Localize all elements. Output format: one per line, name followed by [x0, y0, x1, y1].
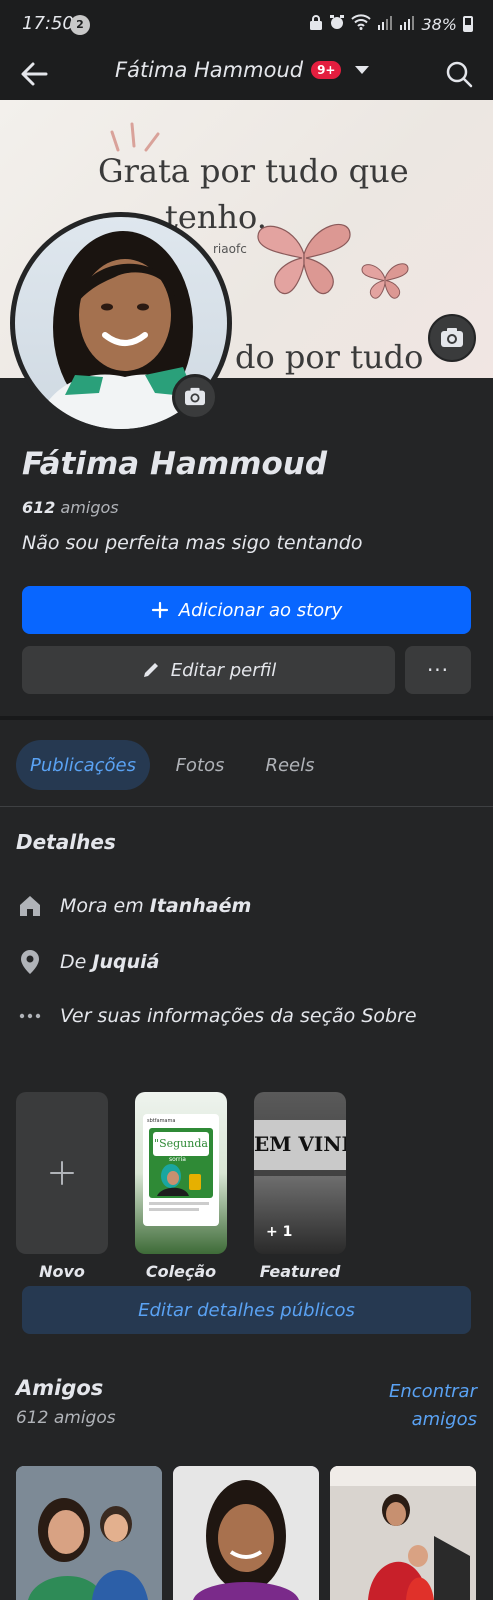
friends-section-count: 612 amigos [16, 1408, 116, 1428]
profile-switcher[interactable]: Fátima Hammoud 9+ [115, 58, 370, 82]
signal-icon [377, 14, 393, 34]
collection-preview-title: "Segunda [153, 1132, 209, 1156]
alarm-icon [329, 14, 345, 34]
friend-photo [16, 1466, 162, 1600]
edit-profile-label: Editar perfil [170, 659, 277, 681]
tab-publicacoes[interactable]: Publicações [16, 740, 150, 790]
featured-collection[interactable]: sbtfamama "Segunda sorria [135, 1092, 227, 1254]
divider [0, 716, 493, 720]
edit-cover-camera-button[interactable] [428, 314, 476, 362]
cover-handle: riaofc [213, 242, 247, 256]
camera-icon [441, 328, 463, 347]
featured-preview-text: EM VIND [254, 1132, 346, 1156]
search-button[interactable] [439, 54, 479, 94]
chevron-down-icon [355, 66, 370, 74]
top-navigation: Fátima Hammoud 9+ [0, 46, 493, 100]
friend-card[interactable] [330, 1466, 476, 1600]
butterfly-icon [257, 224, 351, 295]
featured-new-label: Novo [39, 1262, 85, 1281]
wifi-icon [351, 14, 372, 34]
more-options-button[interactable]: ··· [405, 646, 471, 694]
status-time: 17:50 [22, 13, 74, 34]
add-to-story-button[interactable]: Adicionar ao story [22, 586, 471, 634]
home-icon [16, 892, 44, 920]
featured-item[interactable]: EM VIND + 1 [254, 1092, 346, 1254]
tab-reels[interactable]: Reels [256, 740, 324, 790]
ellipsis-icon [16, 1002, 44, 1030]
status-icons: 38% [309, 14, 473, 34]
featured-new-button[interactable] [16, 1092, 108, 1254]
plus-icon [151, 601, 168, 619]
friend-photo [330, 1466, 476, 1600]
battery-percent: 38% [421, 14, 457, 34]
location-pin-icon [16, 948, 44, 976]
friends-word: amigos [60, 498, 119, 517]
notification-count-badge: 2 [70, 15, 90, 35]
friends-number: 612 [22, 498, 56, 517]
profile-name: Fátima Hammoud [22, 446, 328, 482]
friend-card[interactable] [16, 1466, 162, 1600]
status-bar: 17:50 2 38% [0, 0, 493, 46]
friend-card[interactable] [173, 1466, 319, 1600]
cover-text-line1: Grata por tudo que [98, 152, 409, 190]
edit-profile-button[interactable]: Editar perfil [22, 646, 395, 694]
divider [0, 806, 493, 807]
pencil-icon [143, 663, 158, 677]
notification-badge: 9+ [311, 61, 342, 79]
edit-public-details-button[interactable]: Editar detalhes públicos [22, 1286, 471, 1334]
collection-preview-card: "Segunda sorria [149, 1128, 213, 1198]
nav-title: Fátima Hammoud [115, 58, 304, 82]
profile-bio: Não sou perfeita mas sigo tentando [22, 532, 363, 554]
detail-from: De Juquiá [16, 948, 159, 976]
from-place[interactable]: Juquiá [92, 951, 159, 973]
add-to-story-label: Adicionar ao story [178, 599, 343, 621]
lock-icon [309, 14, 323, 34]
back-button[interactable] [14, 54, 54, 94]
tab-fotos[interactable]: Fotos [166, 740, 234, 790]
edit-avatar-camera-button[interactable] [172, 374, 218, 420]
plus-icon [50, 1161, 74, 1185]
preview-text-line [149, 1202, 209, 1205]
woman-drinking-icon [157, 1164, 201, 1196]
butterfly-small-icon [361, 263, 409, 299]
preview-text-line [149, 1208, 199, 1211]
friends-section-title: Amigos [16, 1376, 104, 1400]
details-title: Detalhes [16, 830, 116, 854]
about-label: Ver suas informações da seção Sobre [60, 1005, 417, 1027]
find-friends-link[interactable]: Encontrar amigos [357, 1378, 477, 1434]
about-link[interactable]: Ver suas informações da seção Sobre [16, 1002, 417, 1030]
detail-lives-in: Mora em Itanhaém [16, 892, 251, 920]
camera-icon [185, 387, 205, 406]
back-arrow-icon [21, 62, 48, 86]
lives-place[interactable]: Itanhaém [150, 895, 252, 917]
from-prefix: De [60, 951, 87, 973]
friend-photo [173, 1466, 319, 1600]
search-icon [446, 61, 473, 88]
friends-count[interactable]: 612 amigos [22, 498, 119, 517]
battery-icon [463, 16, 473, 32]
collection-preview-header: sbtfamama [147, 1118, 176, 1124]
featured-label: Featured [259, 1262, 341, 1281]
lives-prefix: Mora em [60, 895, 144, 917]
collection-preview: sbtfamama "Segunda sorria [143, 1114, 219, 1226]
signal-icon-2 [399, 14, 415, 34]
featured-count: + 1 [266, 1224, 293, 1240]
featured-preview-photo [254, 1176, 346, 1254]
cover-text-line3: do por tudo [235, 338, 424, 376]
featured-collection-label: Coleção [145, 1262, 217, 1281]
